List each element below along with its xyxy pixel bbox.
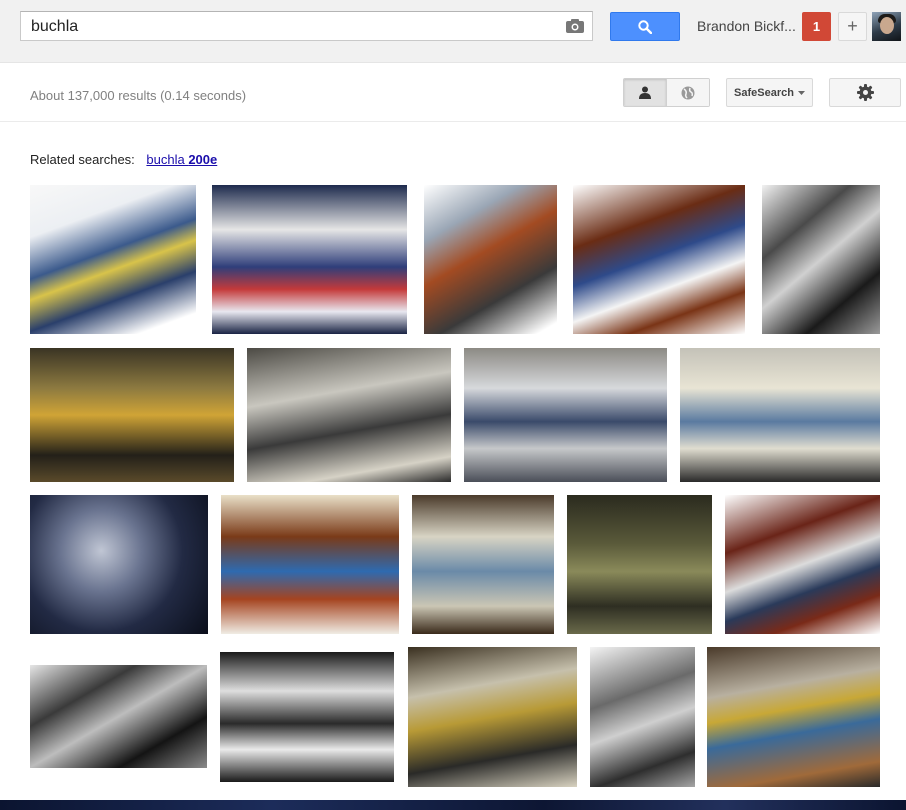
related-link-text: buchla [146,152,189,167]
image-result[interactable] [408,647,577,787]
related-link-bold: 200e [188,152,218,167]
share-button[interactable]: + [838,12,867,41]
image-result[interactable] [30,348,234,482]
image-result[interactable] [464,348,667,482]
avatar[interactable] [872,12,901,41]
safesearch-label: SafeSearch [734,86,794,99]
results-toggle [623,78,710,107]
image-result[interactable] [247,348,451,482]
image-result[interactable] [573,185,745,334]
user-name[interactable]: Brandon Bickf... [697,18,795,34]
global-results-toggle[interactable] [666,79,709,106]
image-result[interactable] [30,665,207,768]
related-searches: Related searches: buchla 200e [30,152,217,167]
camera-icon[interactable] [566,19,584,33]
search-icon [638,19,652,34]
image-result[interactable] [424,185,557,334]
results-bar: About 137,000 results (0.14 seconds) Saf… [0,64,906,122]
image-result[interactable] [220,652,394,782]
image-result[interactable] [725,495,880,634]
image-result[interactable] [590,647,695,787]
personal-results-toggle[interactable] [624,79,667,106]
image-result[interactable] [567,495,712,634]
image-result[interactable] [680,348,880,482]
globe-icon [681,86,695,99]
gear-icon [856,84,874,101]
image-result[interactable] [212,185,407,334]
next-row-preview [0,800,906,810]
notification-badge[interactable]: 1 [802,12,831,41]
image-result[interactable] [30,495,208,634]
top-bar: Brandon Bickf... 1 + [0,0,906,63]
search-button[interactable] [610,12,680,41]
image-result[interactable] [707,647,880,787]
search-box[interactable] [20,11,593,41]
chevron-down-icon [797,90,805,95]
image-result[interactable] [412,495,554,634]
person-icon [638,86,651,99]
settings-button[interactable] [829,78,901,107]
related-link-buchla-200e[interactable]: buchla 200e [146,152,217,167]
related-label: Related searches: [30,152,135,167]
results-stats: About 137,000 results (0.14 seconds) [30,88,247,103]
search-input[interactable] [31,17,551,37]
image-result[interactable] [221,495,399,634]
avatar-face [880,17,894,34]
image-result[interactable] [762,185,880,334]
image-result[interactable] [30,185,196,334]
safesearch-button[interactable]: SafeSearch [726,78,813,107]
